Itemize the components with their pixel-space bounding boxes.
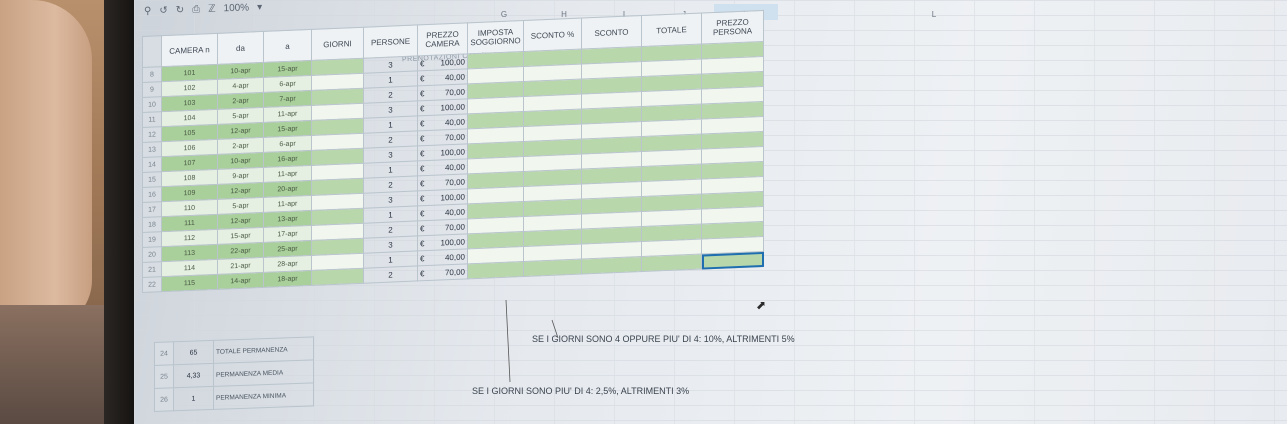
summary-block: 24 65 TOTALE PERMANENZA 25 4,33 PERMANENZA ME…	[154, 336, 314, 412]
currency-symbol: €	[420, 88, 425, 98]
summary-value[interactable]: 4,33	[173, 363, 214, 388]
row-number: 25	[154, 364, 174, 389]
header-sconto-percent[interactable]: SCONTO %	[523, 18, 582, 52]
currency-symbol: €	[420, 133, 425, 143]
header-prezzo-persona[interactable]: PREZZO PERSONA	[701, 10, 764, 45]
cell-prezzo: 70,00	[444, 86, 465, 97]
cell-prezzo: 100,00	[440, 191, 465, 202]
cell-prezzo: 100,00	[440, 56, 465, 67]
cell-prezzo: 70,00	[444, 176, 465, 187]
undo-icon[interactable]: ↺	[159, 5, 168, 16]
cell-prezzo: 40,00	[444, 206, 465, 217]
hand-shape	[0, 305, 110, 424]
redo-icon[interactable]: ↻	[176, 5, 185, 16]
cell-da[interactable]: 14-apr	[217, 272, 264, 290]
row-number[interactable]: 8	[142, 66, 162, 83]
summary-row: 26 1 PERMANENZA MINIMA	[154, 382, 314, 412]
summary-value[interactable]: 1	[173, 386, 214, 411]
currency-symbol: €	[420, 193, 425, 203]
header-imposta-soggiorno[interactable]: IMPOSTA SOGGIORNO	[467, 20, 524, 54]
column-header[interactable]: L	[924, 10, 944, 26]
currency-symbol: €	[420, 268, 425, 278]
chevron-down-icon[interactable]: ▾	[257, 2, 262, 13]
zoom-level[interactable]: 100%	[223, 2, 249, 14]
finger-shape	[0, 0, 92, 330]
cell-totale[interactable]	[641, 254, 702, 272]
summary-label[interactable]: PERMANENZA MINIMA	[213, 382, 314, 410]
row-number[interactable]: 19	[142, 231, 162, 248]
cell-a[interactable]: 18-apr	[263, 270, 312, 288]
row-number[interactable]: 14	[142, 156, 162, 173]
header-sconto[interactable]: SCONTO	[581, 15, 642, 50]
cell-prezzo: 70,00	[444, 266, 465, 277]
row-number[interactable]: 12	[142, 126, 162, 143]
note-pointer-lines	[505, 300, 559, 383]
header-prezzo-camera[interactable]: PREZZO CAMERA	[417, 22, 468, 56]
row-number[interactable]: 16	[142, 186, 162, 203]
row-number[interactable]: 11	[142, 111, 162, 128]
row-number: 26	[154, 387, 174, 412]
cell-camera[interactable]: 115	[161, 274, 218, 292]
cell-prezzo-persona[interactable]	[701, 251, 764, 270]
currency-symbol: €	[420, 58, 425, 68]
currency-symbol: €	[420, 238, 425, 248]
summary-value[interactable]: 65	[173, 340, 214, 365]
cell-prezzo: 100,00	[440, 146, 465, 157]
row-number[interactable]: 21	[142, 261, 162, 278]
row-number[interactable]: 15	[142, 171, 162, 188]
currency-symbol: €	[420, 148, 425, 158]
cell-prezzo: 40,00	[444, 251, 465, 262]
header-da[interactable]: da	[217, 31, 264, 65]
currency-symbol: €	[420, 208, 425, 218]
format-painter-icon[interactable]: ℤ	[208, 4, 216, 15]
search-icon[interactable]: ⚲	[144, 6, 152, 17]
row-number[interactable]: 13	[142, 141, 162, 158]
currency-symbol: €	[420, 73, 425, 83]
row-number[interactable]: 9	[142, 81, 162, 98]
header-camera[interactable]: CAMERA n	[161, 33, 218, 67]
spreadsheet-screen: ⚲ ↺ ↻ ⎙ ℤ 100% ▾ G H I J K L PRENOTAZION…	[134, 0, 1287, 424]
currency-symbol: €	[420, 163, 425, 173]
monitor-bezel	[104, 0, 136, 424]
pointer-line-imposta	[505, 300, 511, 383]
row-number[interactable]: 10	[142, 96, 162, 113]
cell-prezzo: 40,00	[444, 71, 465, 82]
header-giorni[interactable]: GIORNI	[311, 27, 364, 61]
cell-giorni[interactable]	[311, 268, 364, 286]
row-number[interactable]: 17	[142, 201, 162, 218]
cell-prezzo: 40,00	[444, 116, 465, 127]
cell-prezzo: 40,00	[444, 161, 465, 172]
header-totale[interactable]: TOTALE	[641, 13, 702, 47]
note-sconto: SE I GIORNI SONO 4 OPPURE PIU' DI 4: 10%…	[532, 334, 795, 344]
header-persone[interactable]: PERSONE	[363, 24, 418, 59]
row-number: 24	[154, 341, 174, 366]
currency-symbol: €	[420, 103, 425, 113]
currency-symbol: €	[420, 223, 425, 233]
print-icon[interactable]: ⎙	[192, 4, 200, 15]
currency-symbol: €	[420, 178, 425, 188]
currency-symbol: €	[420, 253, 425, 263]
row-number[interactable]: 20	[142, 246, 162, 263]
header-a[interactable]: a	[263, 29, 312, 63]
row-number[interactable]: 22	[142, 276, 162, 293]
cell-sconto[interactable]	[581, 256, 642, 275]
cell-persone[interactable]: 2	[363, 265, 418, 284]
reservations-table: CAMERA n da a GIORNI PERSONE PREZZO CAME…	[142, 9, 782, 336]
cell-valuta[interactable]: €70,00	[417, 263, 468, 281]
cell-prezzo: 100,00	[440, 101, 465, 112]
corner-cell	[142, 35, 162, 68]
cell-sconto-percent[interactable]	[523, 259, 582, 277]
row-number[interactable]: 18	[142, 216, 162, 233]
pointer-line-sconto	[551, 319, 559, 339]
cell-prezzo: 70,00	[444, 131, 465, 142]
currency-symbol: €	[420, 118, 425, 128]
cell-prezzo: 100,00	[440, 236, 465, 247]
cell-prezzo: 70,00	[444, 221, 465, 232]
mouse-pointer-icon: ⬈	[756, 298, 767, 312]
cell-imposta[interactable]	[467, 261, 524, 279]
